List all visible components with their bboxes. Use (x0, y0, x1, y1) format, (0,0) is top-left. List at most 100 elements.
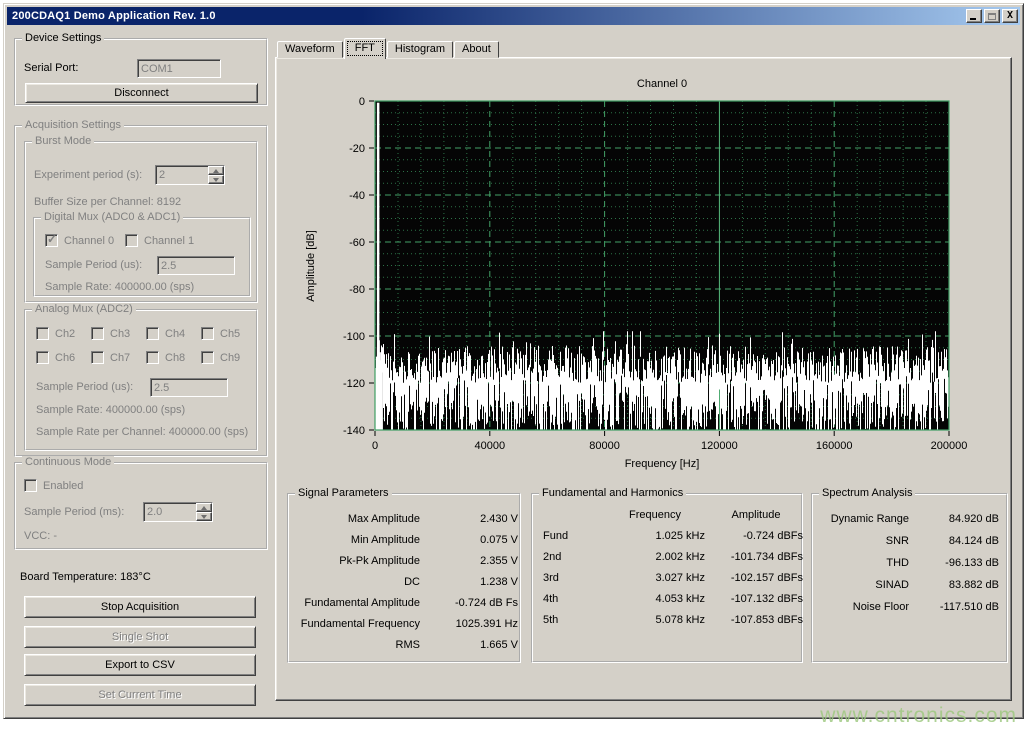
tab-about[interactable]: About (454, 41, 499, 58)
table-cell: 1.025 kHz (605, 530, 705, 542)
signal-parameters-table: Max Amplitude2.430 VMin Amplitude0.075 V… (295, 513, 518, 651)
analog-channel-ch8-checkbox-item[interactable]: Ch8 (146, 351, 185, 364)
table-cell: 3rd (543, 572, 601, 584)
checkbox-checked-icon: ✓ (45, 234, 58, 247)
x-tick-label: 200000 (931, 440, 968, 452)
spinner-up-button[interactable] (208, 166, 224, 175)
burst-mode-group: Burst Mode Experiment period (s): Buffer… (24, 141, 258, 303)
analog-channel-ch6-checkbox-item[interactable]: Ch6 (36, 351, 75, 364)
spinner-buttons (208, 166, 224, 184)
channel0-label: Channel 0 (64, 235, 114, 247)
export-to-csv-button[interactable]: Export to CSV (24, 654, 256, 676)
checkbox-unchecked-icon (146, 327, 159, 340)
acquisition-settings-title: Acquisition Settings (22, 119, 124, 131)
table-cell: Dynamic Range (819, 513, 909, 525)
minimize-button[interactable] (966, 9, 982, 23)
table-cell: Fundamental Amplitude (295, 597, 420, 609)
spectrum-analysis-group: Spectrum Analysis Dynamic Range84.920 dB… (811, 493, 1008, 663)
digital-sample-period-input[interactable] (157, 256, 235, 275)
checkbox-label: Ch3 (110, 328, 130, 340)
analog-sample-rate-per-channel-label: Sample Rate per Channel: 400000.00 (sps) (36, 426, 248, 438)
analog-channel-ch5-checkbox-item[interactable]: Ch5 (201, 327, 240, 340)
y-tick-label: -60 (349, 237, 365, 249)
minimize-icon (970, 18, 976, 20)
spectrum-analysis-title: Spectrum Analysis (819, 487, 915, 499)
checkbox-label: Ch9 (220, 352, 240, 364)
analog-channel-ch9-checkbox-item[interactable]: Ch9 (201, 351, 240, 364)
harmonics-title: Fundamental and Harmonics (539, 487, 686, 499)
channel0-checkbox-item[interactable]: ✓ Channel 0 (45, 234, 114, 247)
table-cell: 5th (543, 614, 601, 626)
digital-sample-rate-label: Sample Rate: 400000.00 (sps) (45, 281, 194, 293)
tab-fft[interactable]: FFT (344, 38, 386, 59)
table-cell: -102.157 dBFs (709, 572, 803, 584)
experiment-period-label: Experiment period (s): (34, 169, 142, 181)
close-button[interactable]: X (1002, 9, 1018, 23)
table-cell: -117.510 dB (913, 601, 999, 613)
table-cell: Max Amplitude (295, 513, 420, 525)
table-cell: -107.132 dBFs (709, 593, 803, 605)
disconnect-button[interactable]: Disconnect (25, 83, 258, 103)
spinner-buttons (196, 503, 212, 521)
table-cell: 2.002 kHz (605, 551, 705, 563)
spinner-down-button[interactable] (208, 175, 224, 184)
x-tick-label: 120000 (701, 440, 738, 452)
y-tick-label: -140 (343, 425, 365, 437)
checkbox-unchecked-icon (201, 327, 214, 340)
analog-channel-ch7-checkbox-item[interactable]: Ch7 (91, 351, 130, 364)
y-tick-label: 0 (359, 96, 365, 108)
tab-waveform[interactable]: Waveform (277, 41, 343, 58)
checkbox-label: Ch4 (165, 328, 185, 340)
single-shot-button[interactable]: Single Shot (24, 626, 256, 648)
analog-channel-ch2-checkbox-item[interactable]: Ch2 (36, 327, 75, 340)
experiment-period-spinner[interactable] (155, 165, 225, 185)
maximize-button[interactable] (984, 9, 1000, 23)
set-current-time-button[interactable]: Set Current Time (24, 684, 256, 706)
acquisition-settings-group: Acquisition Settings Burst Mode Experime… (14, 125, 268, 457)
device-settings-title: Device Settings (22, 32, 104, 44)
table-cell: 84.920 dB (913, 513, 999, 525)
table-cell (543, 509, 601, 521)
vcc-label: VCC: - (24, 530, 57, 542)
continuous-sample-period-label: Sample Period (ms): (24, 506, 124, 518)
titlebar[interactable]: 200CDAQ1 Demo Application Rev. 1.0 X (7, 7, 1020, 25)
analog-sample-period-input[interactable] (150, 378, 228, 397)
table-cell: DC (295, 576, 420, 588)
x-tick-label: 80000 (589, 440, 620, 452)
spinner-up-button[interactable] (196, 503, 212, 512)
spinner-down-button[interactable] (196, 512, 212, 521)
maximize-icon (988, 13, 996, 20)
serial-port-input[interactable] (137, 59, 221, 78)
continuous-period-spinner[interactable] (143, 502, 213, 522)
checkbox-label: Ch2 (55, 328, 75, 340)
table-cell: 2.355 V (430, 555, 518, 567)
serial-port-label: Serial Port: (24, 62, 78, 74)
x-tick-label: 0 (372, 440, 378, 452)
checkbox-label: Ch6 (55, 352, 75, 364)
y-tick-label: -120 (343, 378, 365, 390)
analog-mux-group: Analog Mux (ADC2) Ch2Ch3Ch4Ch5Ch6Ch7Ch8C… (24, 309, 258, 451)
table-cell: Amplitude (709, 509, 803, 521)
table-cell: Frequency (605, 509, 705, 521)
y-axis-label: Amplitude [dB] (305, 230, 317, 302)
stop-acquisition-button[interactable]: Stop Acquisition (24, 596, 256, 618)
table-cell: 4th (543, 593, 601, 605)
checkbox-unchecked-icon (91, 351, 104, 364)
spinner-down-icon (213, 178, 219, 182)
table-cell: 3.027 kHz (605, 572, 705, 584)
analog-channel-ch4-checkbox-item[interactable]: Ch4 (146, 327, 185, 340)
checkbox-unchecked-icon (36, 351, 49, 364)
analog-channel-ch3-checkbox-item[interactable]: Ch3 (91, 327, 130, 340)
continuous-enabled-label: Enabled (43, 480, 83, 492)
table-cell: 84.124 dB (913, 535, 999, 547)
table-cell: 1025.391 Hz (430, 618, 518, 630)
tab-histogram[interactable]: Histogram (387, 41, 453, 58)
tab-bar: WaveformFFTHistogramAbout (277, 37, 500, 58)
channel1-checkbox-item[interactable]: Channel 1 (125, 234, 194, 247)
single-shot-label: Single Shot (112, 631, 168, 643)
board-temperature-label: Board Temperature: 183°C (20, 571, 151, 583)
digital-sample-period-label: Sample Period (us): (45, 259, 142, 271)
window-title: 200CDAQ1 Demo Application Rev. 1.0 (12, 10, 216, 22)
close-icon: X (1007, 11, 1013, 21)
continuous-enabled-checkbox-item[interactable]: Enabled (24, 479, 83, 492)
